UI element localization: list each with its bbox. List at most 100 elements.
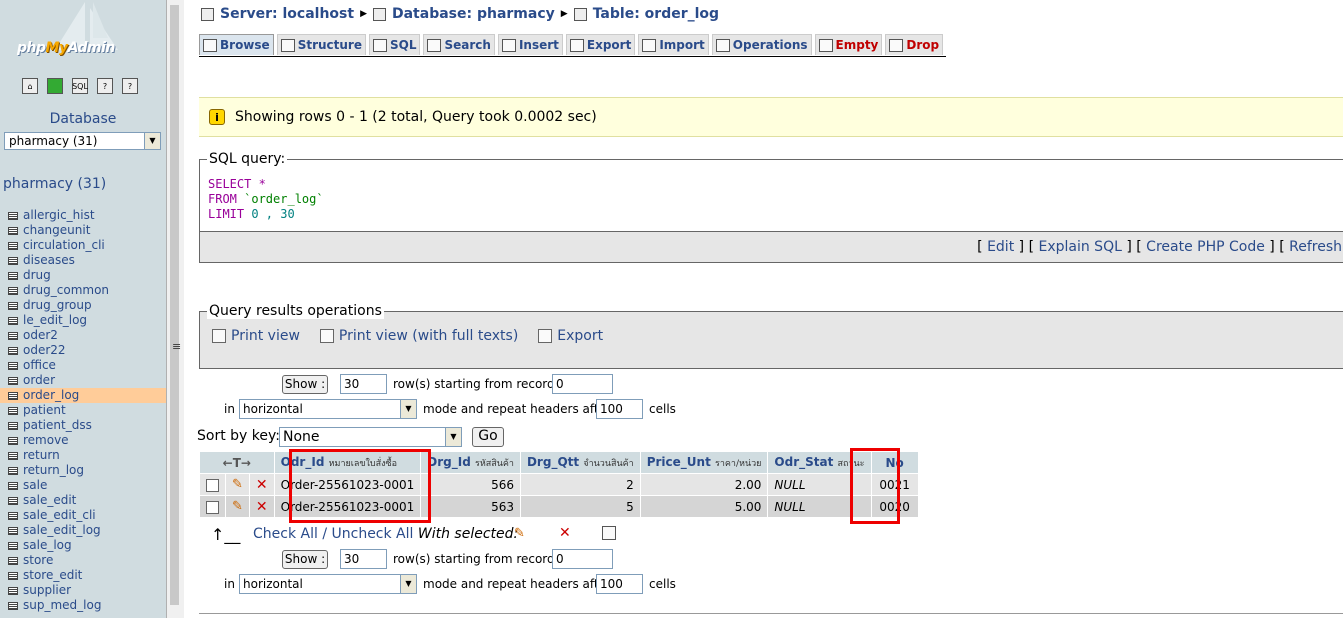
edit-link[interactable]: Edit [987, 239, 1014, 255]
breadcrumb-database[interactable]: Database: pharmacy [392, 6, 555, 22]
column-header-drg-qtt[interactable]: Drg_Qtt จำนวนสินค้า [520, 452, 640, 473]
table-icon[interactable] [8, 601, 18, 610]
table-icon[interactable] [8, 571, 18, 580]
refresh-link[interactable]: Refresh [1289, 239, 1342, 255]
sidebar-item-supplier[interactable]: supplier [0, 583, 166, 598]
create-php-code-link[interactable]: Create PHP Code [1146, 239, 1265, 255]
edit-cell[interactable]: ✎ [226, 474, 249, 495]
sidebar-item-drug[interactable]: drug [0, 268, 166, 283]
pencil-edit-icon[interactable]: ✎ [232, 477, 243, 492]
table-icon[interactable] [8, 211, 18, 220]
chevron-down-icon[interactable]: ▼ [144, 133, 160, 149]
column-header-drg-id[interactable]: Drg_Id รหัสสินค้า [421, 452, 520, 473]
start-record-input[interactable]: 0 [552, 374, 613, 394]
table-icon[interactable] [8, 481, 18, 490]
table-icon[interactable] [8, 346, 18, 355]
table-icon[interactable] [8, 586, 18, 595]
chevron-down-icon[interactable]: ▼ [400, 400, 416, 418]
table-icon[interactable] [8, 286, 18, 295]
table-icon[interactable] [8, 301, 18, 310]
table-icon[interactable] [8, 406, 18, 415]
print-view-full-link[interactable]: Print view (with full texts) [319, 328, 518, 344]
sidebar-item-drug-group[interactable]: drug_group [0, 298, 166, 313]
rows-input[interactable]: 30 [340, 374, 387, 394]
tab-insert[interactable]: Insert [497, 34, 563, 55]
sql-query-icon[interactable]: SQL [72, 78, 88, 94]
table-icon[interactable] [8, 391, 18, 400]
tab-empty[interactable]: Empty [814, 34, 883, 55]
tab-structure[interactable]: Structure [276, 34, 366, 55]
home-icon[interactable]: ⌂ [22, 78, 38, 94]
sidebar-item-le-edit-log[interactable]: le_edit_log [0, 313, 166, 328]
sidebar-item-remove[interactable]: remove [0, 433, 166, 448]
sidebar-item-sale-edit-log[interactable]: sale_edit_log [0, 523, 166, 538]
sidebar-item-order[interactable]: order [0, 373, 166, 388]
pencil-edit-icon[interactable]: ✎ [232, 499, 243, 514]
row-checkbox[interactable] [206, 478, 219, 492]
sort-select[interactable]: None ▼ [279, 427, 462, 447]
sidebar-item-sup-med-log[interactable]: sup_med_log [0, 598, 166, 613]
table-icon[interactable] [8, 421, 18, 430]
mode-select-bottom[interactable]: horizontal ▼ [239, 574, 417, 594]
tab-export[interactable]: Export [565, 34, 636, 55]
print-view-link[interactable]: Print view [212, 328, 300, 344]
tab-sql[interactable]: SQL [368, 34, 421, 55]
frame-divider[interactable]: ≡ [166, 0, 184, 618]
tab-search[interactable]: Search [423, 34, 495, 55]
show-button-bottom[interactable]: Show : [282, 550, 328, 569]
table-icon[interactable] [8, 271, 18, 280]
sidebar-item-circulation-cli[interactable]: circulation_cli [0, 238, 166, 253]
table-icon[interactable] [8, 226, 18, 235]
delete-cell[interactable]: ✕ [249, 496, 274, 517]
tab-browse[interactable]: Browse [199, 34, 274, 55]
chevron-down-icon[interactable]: ▼ [400, 575, 416, 593]
go-button[interactable]: Go [472, 427, 504, 447]
breadcrumb-server[interactable]: Server: localhost [220, 6, 354, 22]
bulk-delete-icon[interactable]: ✕ [559, 525, 571, 541]
table-icon[interactable] [8, 376, 18, 385]
sidebar-item-order-log[interactable]: order_log [0, 388, 166, 403]
tab-drop[interactable]: Drop [885, 34, 944, 55]
mode-select[interactable]: horizontal ▼ [239, 399, 417, 419]
exit-icon[interactable] [47, 78, 63, 94]
row-checkbox-cell[interactable] [200, 474, 225, 495]
database-select[interactable]: pharmacy (31) ▼ [4, 132, 161, 150]
table-icon[interactable] [8, 361, 18, 370]
sidebar-item-sale-edit[interactable]: sale_edit [0, 493, 166, 508]
start-record-input-bottom[interactable]: 0 [552, 549, 613, 569]
sidebar-item-oder22[interactable]: oder22 [0, 343, 166, 358]
sidebar-item-changeunit[interactable]: changeunit [0, 223, 166, 238]
bulk-edit-icon[interactable]: ✎ [514, 526, 525, 541]
table-icon[interactable] [8, 556, 18, 565]
phpmyadmin-logo[interactable]: phpMyAdmin [0, 0, 166, 70]
sidebar-item-sale-edit-cli[interactable]: sale_edit_cli [0, 508, 166, 523]
chevron-down-icon[interactable]: ▼ [445, 428, 461, 446]
show-button[interactable]: Show : [282, 375, 328, 394]
sidebar-item-diseases[interactable]: diseases [0, 253, 166, 268]
sidebar-item-patient-dss[interactable]: patient_dss [0, 418, 166, 433]
table-icon[interactable] [8, 436, 18, 445]
column-arrows[interactable]: ←T→ [200, 452, 274, 473]
sidebar-item-sale-log[interactable]: sale_log [0, 538, 166, 553]
sidebar-item-oder2[interactable]: oder2 [0, 328, 166, 343]
table-icon[interactable] [8, 451, 18, 460]
headers-input-bottom[interactable]: 100 [596, 574, 643, 594]
row-checkbox[interactable] [206, 500, 219, 514]
explain-sql-link[interactable]: Explain SQL [1038, 239, 1121, 255]
sidebar-item-drug-common[interactable]: drug_common [0, 283, 166, 298]
check-all-link[interactable]: Check All [253, 526, 318, 542]
delete-cell[interactable]: ✕ [249, 474, 274, 495]
column-header-price-unt[interactable]: Price_Unt ราคา/หน่วย [640, 452, 768, 473]
row-checkbox-cell[interactable] [200, 496, 225, 517]
sidebar-item-patient[interactable]: patient [0, 403, 166, 418]
table-icon[interactable] [8, 241, 18, 250]
table-icon[interactable] [8, 466, 18, 475]
delete-x-icon[interactable]: ✕ [256, 477, 268, 493]
table-icon[interactable] [8, 526, 18, 535]
sidebar-item-office[interactable]: office [0, 358, 166, 373]
table-icon[interactable] [8, 331, 18, 340]
sidebar-item-allergic-hist[interactable]: allergic_hist [0, 208, 166, 223]
bulk-export-icon[interactable] [602, 526, 616, 540]
tab-import[interactable]: Import [638, 34, 709, 55]
scrollbar[interactable] [170, 5, 179, 605]
